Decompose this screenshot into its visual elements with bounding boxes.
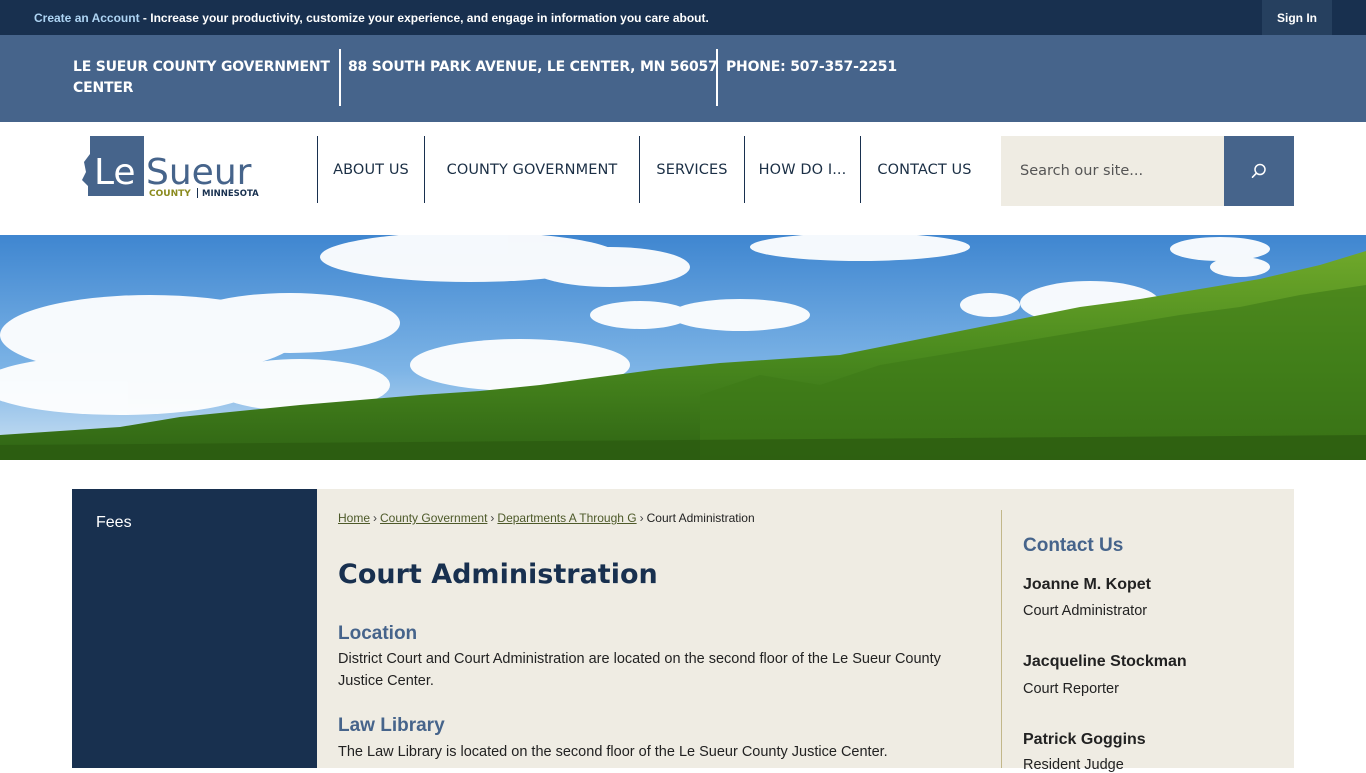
breadcrumb-county-government[interactable]: County Government (380, 511, 487, 525)
nav-how-do-i[interactable]: HOW DO I... (744, 136, 860, 203)
contact-role: Resident Judge (1023, 757, 1124, 773)
breadcrumb-departments[interactable]: Departments A Through G (497, 511, 636, 525)
county-logo[interactable]: Le Sueur COUNTY MINNESOTA (82, 136, 262, 200)
info-divider (339, 49, 341, 106)
main-nav: ABOUT US COUNTY GOVERNMENT SERVICES HOW … (317, 136, 988, 203)
hero-banner-image (0, 235, 1366, 460)
government-center-name: LE SUEUR COUNTY GOVERNMENT CENTER (73, 57, 335, 99)
contact-us-heading: Contact Us (1023, 535, 1124, 556)
law-library-heading: Law Library (338, 715, 445, 736)
nav-contact-us[interactable]: CONTACT US (860, 136, 988, 203)
sign-in-button[interactable]: Sign In (1262, 0, 1332, 35)
contact-role: Court Administrator (1023, 603, 1148, 619)
government-center-name-line2: CENTER (73, 80, 134, 96)
government-center-name-line1: LE SUEUR COUNTY GOVERNMENT (73, 59, 330, 75)
contact-role: Court Reporter (1023, 681, 1119, 697)
breadcrumb: Home › County Government › Departments A Thr… (338, 511, 755, 525)
create-account-link[interactable]: Create an Account (34, 11, 140, 25)
breadcrumb-separator: › (639, 511, 644, 525)
search-button[interactable] (1224, 136, 1294, 206)
breadcrumb-separator: › (373, 511, 378, 525)
contact-name: Jacqueline Stockman (1023, 653, 1187, 670)
column-divider (1001, 510, 1002, 768)
account-message: Create an Account - Increase your produc… (34, 11, 709, 25)
search-input[interactable] (1001, 136, 1224, 206)
logo-divider (197, 188, 198, 198)
logo-word-le: Le (94, 152, 136, 193)
address-text: 88 SOUTH PARK AVENUE, LE CENTER, MN 5605… (348, 59, 718, 75)
breadcrumb-home[interactable]: Home (338, 511, 370, 525)
account-bar: Create an Account - Increase your produc… (0, 0, 1366, 35)
search-icon (1251, 163, 1266, 178)
nav-county-government[interactable]: COUNTY GOVERNMENT (424, 136, 639, 203)
contact-name: Joanne M. Kopet (1023, 576, 1152, 593)
contact-name: Patrick Goggins (1023, 731, 1146, 748)
location-text-line2: Justice Center. (338, 673, 434, 689)
logo-county: COUNTY (149, 189, 191, 199)
location-text-line1: District Court and Court Administration … (338, 651, 941, 667)
breadcrumb-current: Court Administration (646, 511, 755, 525)
location-heading: Location (338, 623, 418, 644)
nav-about-us[interactable]: ABOUT US (317, 136, 424, 203)
county-logo-graphic: Le Sueur COUNTY MINNESOTA (82, 136, 259, 199)
law-library-text: The Law Library is located on the second… (338, 744, 888, 760)
page-title: Court Administration (338, 559, 658, 590)
breadcrumb-separator: › (490, 511, 495, 525)
logo-word-sueur: Sueur (146, 152, 252, 193)
side-nav: Fees (72, 489, 317, 768)
main-content: Home › County Government › Departments A Thr… (317, 489, 1294, 773)
info-divider (716, 49, 718, 106)
sidebar-item-fees[interactable]: Fees (96, 514, 132, 532)
site-search (1001, 136, 1294, 206)
nav-services[interactable]: SERVICES (639, 136, 744, 203)
account-promo-text: - Increase your productivity, customize … (139, 11, 709, 25)
logo-state: MINNESOTA (202, 189, 259, 199)
landscape-illustration (0, 235, 1366, 460)
contact-info-bar: LE SUEUR COUNTY GOVERNMENT CENTER 88 SOU… (0, 35, 1366, 122)
location-text: District Court and Court Administration … (338, 648, 958, 692)
phone-text: PHONE: 507-357-2251 (726, 59, 897, 75)
